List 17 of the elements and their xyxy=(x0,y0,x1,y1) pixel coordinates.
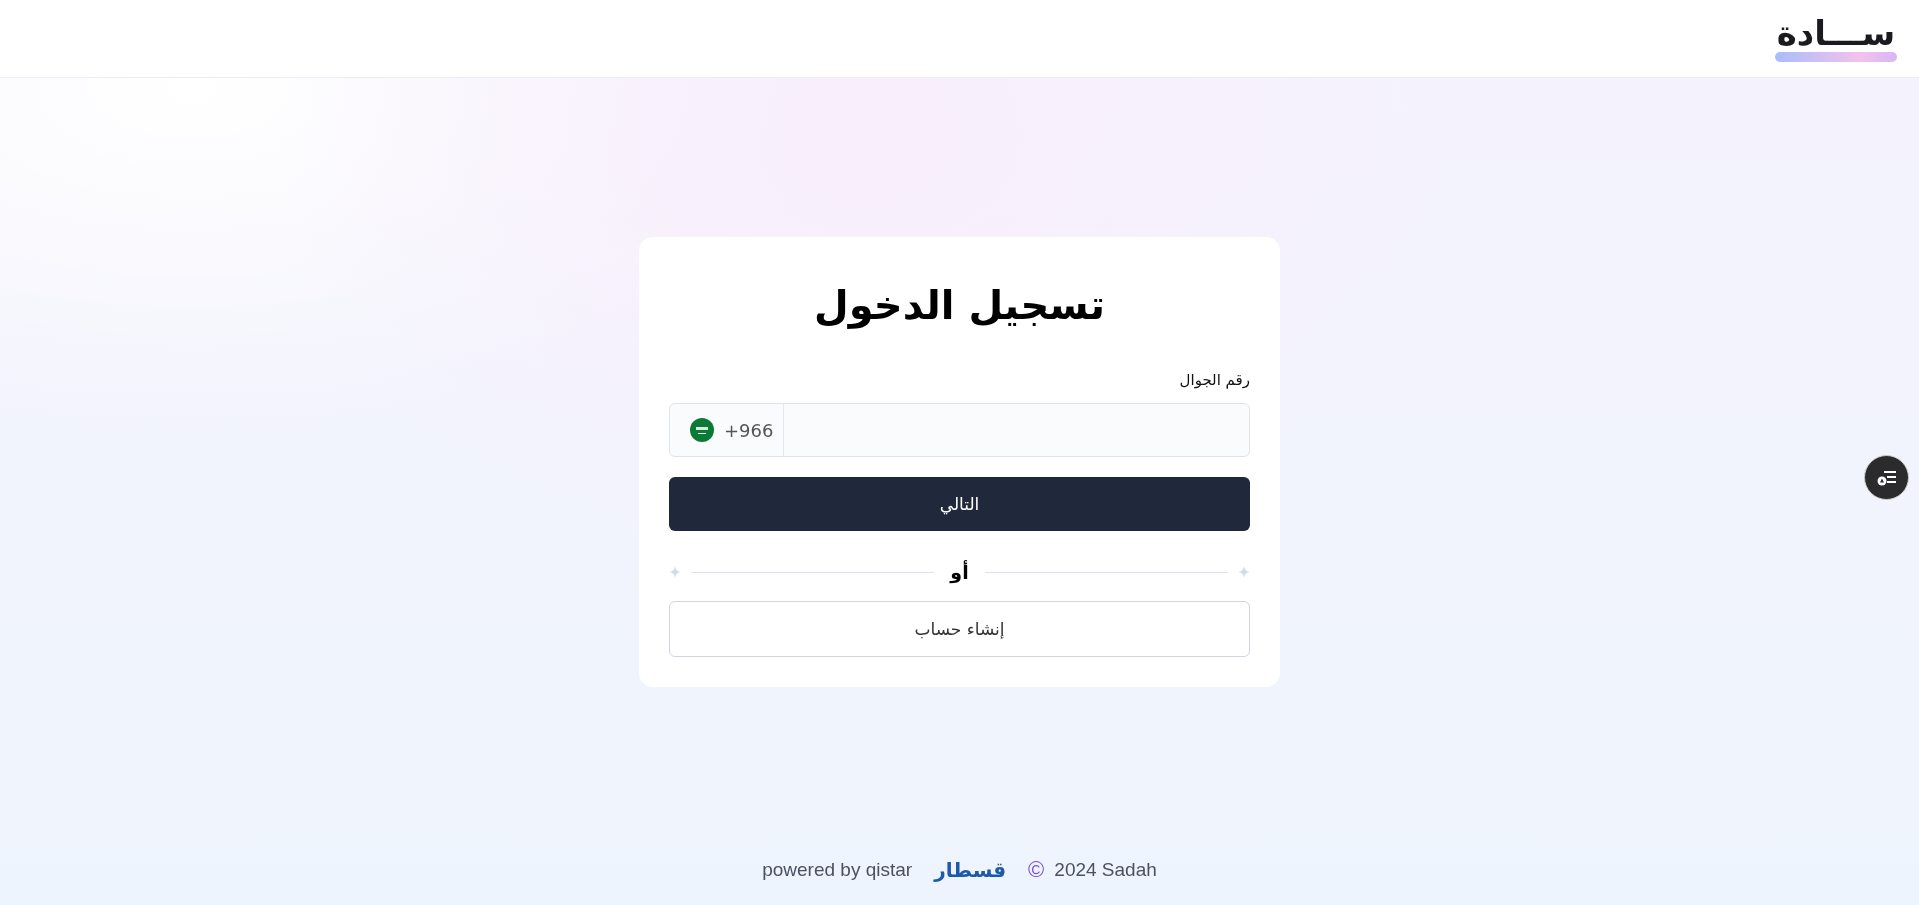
next-button[interactable]: التالي xyxy=(669,477,1250,531)
phone-input-field[interactable]: +966 xyxy=(669,403,1250,457)
copyright-symbol: © xyxy=(1028,857,1045,883)
list-icon xyxy=(1876,469,1897,486)
floating-menu-button[interactable] xyxy=(1864,455,1909,500)
or-text: أو xyxy=(948,561,970,583)
phone-label: رقم الجوال xyxy=(1178,371,1250,389)
sparkle-icon xyxy=(1238,566,1250,578)
copyright-text: 2024 Sadah xyxy=(1054,859,1157,881)
country-code: +966 xyxy=(724,419,774,441)
sadah-logo[interactable]: ســـادة xyxy=(1775,15,1897,62)
login-title: تسجيل الدخول xyxy=(813,281,1106,329)
powered-by-text: powered by qistar xyxy=(762,859,913,881)
flag-icon xyxy=(690,418,714,442)
qistar-logo[interactable]: قسطار xyxy=(934,858,1007,882)
sparkle-icon xyxy=(669,566,681,578)
create-account-button[interactable]: إنشاء حساب xyxy=(669,601,1250,657)
